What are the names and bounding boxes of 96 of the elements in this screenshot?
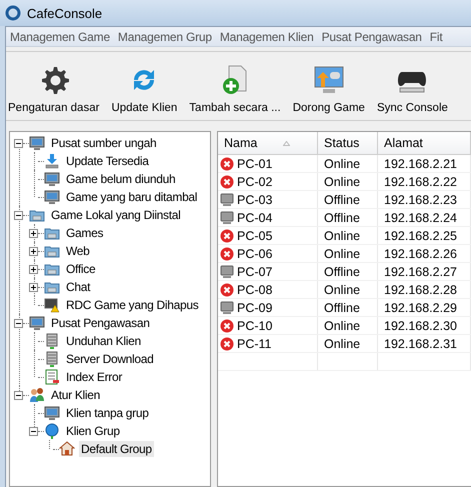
table-cell: PC-02 xyxy=(218,173,318,190)
tree-item[interactable]: Games xyxy=(64,225,106,241)
tree-item[interactable]: Unduhan Klien xyxy=(64,333,143,349)
tree-item[interactable]: Game Lokal yang Diinstal xyxy=(49,207,183,223)
house-icon xyxy=(59,441,75,457)
tree-item[interactable]: Game belum diunduh xyxy=(64,171,178,187)
table-cell: PC-11 xyxy=(218,335,318,352)
table-cell: PC-05 xyxy=(218,227,318,244)
table-cell: 192.168.2.27 xyxy=(378,263,471,280)
tree-item[interactable]: Game yang baru ditambal xyxy=(64,189,200,205)
people-icon xyxy=(29,387,45,403)
table-cell: Online xyxy=(318,155,378,172)
toolbar-button[interactable]: Pengaturan dasar xyxy=(6,64,104,114)
table-cell: PC-06 xyxy=(218,245,318,262)
table-cell: 192.168.2.30 xyxy=(378,317,471,334)
download-icon xyxy=(44,153,60,169)
tree-item[interactable]: Web xyxy=(64,243,92,259)
menu-item[interactable]: Managemen Klien xyxy=(216,30,318,44)
tree-item[interactable]: Atur Klien xyxy=(49,387,102,403)
tree-item[interactable]: Chat xyxy=(64,279,92,295)
table-cell: PC-07 xyxy=(218,263,318,280)
server-icon xyxy=(44,351,60,367)
table-cell: Online xyxy=(318,245,378,262)
toolbar-button[interactable]: Dorong Game xyxy=(288,64,369,114)
table-cell: 192.168.2.29 xyxy=(378,299,471,316)
table-cell: PC-08 xyxy=(218,281,318,298)
expander-toggle[interactable] xyxy=(14,390,23,400)
table-cell: Offline xyxy=(318,263,378,280)
error-icon xyxy=(220,318,234,332)
expander-toggle[interactable] xyxy=(29,426,38,436)
expander-toggle[interactable] xyxy=(29,246,38,256)
table-cell: 192.168.2.21 xyxy=(378,155,471,172)
document-icon xyxy=(44,369,60,385)
server-icon xyxy=(44,333,60,349)
expander-toggle[interactable] xyxy=(14,138,23,148)
error-icon xyxy=(220,228,234,242)
column-header[interactable]: Status xyxy=(318,132,378,154)
error-icon xyxy=(220,174,234,188)
error-icon xyxy=(220,156,234,170)
toolbar-button[interactable]: Update Klien xyxy=(107,64,182,114)
menu-item[interactable]: Managemen Grup xyxy=(114,30,216,44)
warning-monitor-icon xyxy=(44,297,60,313)
table-cell: 192.168.2.22 xyxy=(378,173,471,190)
menu-item[interactable]: Fit xyxy=(426,30,447,44)
table-cell: Online xyxy=(318,173,378,190)
table-cell: 192.168.2.28 xyxy=(378,281,471,298)
monitor-icon xyxy=(220,264,234,278)
tree-item[interactable]: Pusat sumber ungah xyxy=(49,135,158,151)
tree-item[interactable]: Server Download xyxy=(64,351,156,367)
table-cell: 192.168.2.31 xyxy=(378,335,471,352)
expander-toggle[interactable] xyxy=(29,264,38,274)
table-cell: Offline xyxy=(318,299,378,316)
table-cell: 192.168.2.25 xyxy=(378,227,471,244)
tree-item[interactable]: Index Error xyxy=(64,369,124,385)
menu-item[interactable]: Pusat Pengawasan xyxy=(318,30,426,44)
menu-item[interactable]: Managemen Game xyxy=(6,30,114,44)
monitor-icon xyxy=(220,300,234,314)
tree-item[interactable]: Klien Grup xyxy=(64,423,122,439)
table-cell: Offline xyxy=(318,191,378,208)
app-logo-icon xyxy=(5,5,21,21)
table-cell: PC-09 xyxy=(218,299,318,316)
table-cell: 192.168.2.24 xyxy=(378,209,471,226)
expander-toggle[interactable] xyxy=(29,228,38,238)
monitor-icon xyxy=(220,192,234,206)
globe-icon xyxy=(44,423,60,439)
expander-toggle[interactable] xyxy=(14,318,23,328)
table-cell: 192.168.2.23 xyxy=(378,191,471,208)
error-icon xyxy=(220,246,234,260)
tree-item[interactable]: Default Group xyxy=(79,441,154,457)
tree-item[interactable]: Pusat Pengawasan xyxy=(49,315,152,331)
expander-toggle[interactable] xyxy=(29,282,38,292)
tree-item[interactable]: Office xyxy=(64,261,98,277)
column-header[interactable]: Nama xyxy=(218,132,318,154)
tree-item[interactable]: RDC Game yang Dihapus xyxy=(64,297,200,313)
table-cell: Online xyxy=(318,281,378,298)
table-cell: 192.168.2.26 xyxy=(378,245,471,262)
table-cell: PC-10 xyxy=(218,317,318,334)
tree-item[interactable]: Update Tersedia xyxy=(64,153,151,169)
table-cell: PC-01 xyxy=(218,155,318,172)
error-icon xyxy=(220,336,234,350)
monitor-icon xyxy=(220,210,234,224)
table-cell: Online xyxy=(318,227,378,244)
table-cell: Online xyxy=(318,335,378,352)
column-header[interactable]: Alamat xyxy=(378,132,471,154)
monitor-arrow-icon xyxy=(312,64,345,96)
table-cell: Online xyxy=(318,317,378,334)
toolbar-button[interactable]: Tambah secara ... xyxy=(185,64,285,114)
expander-toggle[interactable] xyxy=(14,210,23,220)
table-cell: PC-03 xyxy=(218,191,318,208)
error-icon xyxy=(220,282,234,296)
tree-item[interactable]: Klien tanpa grup xyxy=(64,405,151,421)
toolbar-button[interactable]: Sync Console xyxy=(372,64,452,114)
table-cell: PC-04 xyxy=(218,209,318,226)
table-cell: Offline xyxy=(318,209,378,226)
sort-arrow-icon xyxy=(283,140,290,146)
window-title: CafeConsole xyxy=(27,6,102,20)
